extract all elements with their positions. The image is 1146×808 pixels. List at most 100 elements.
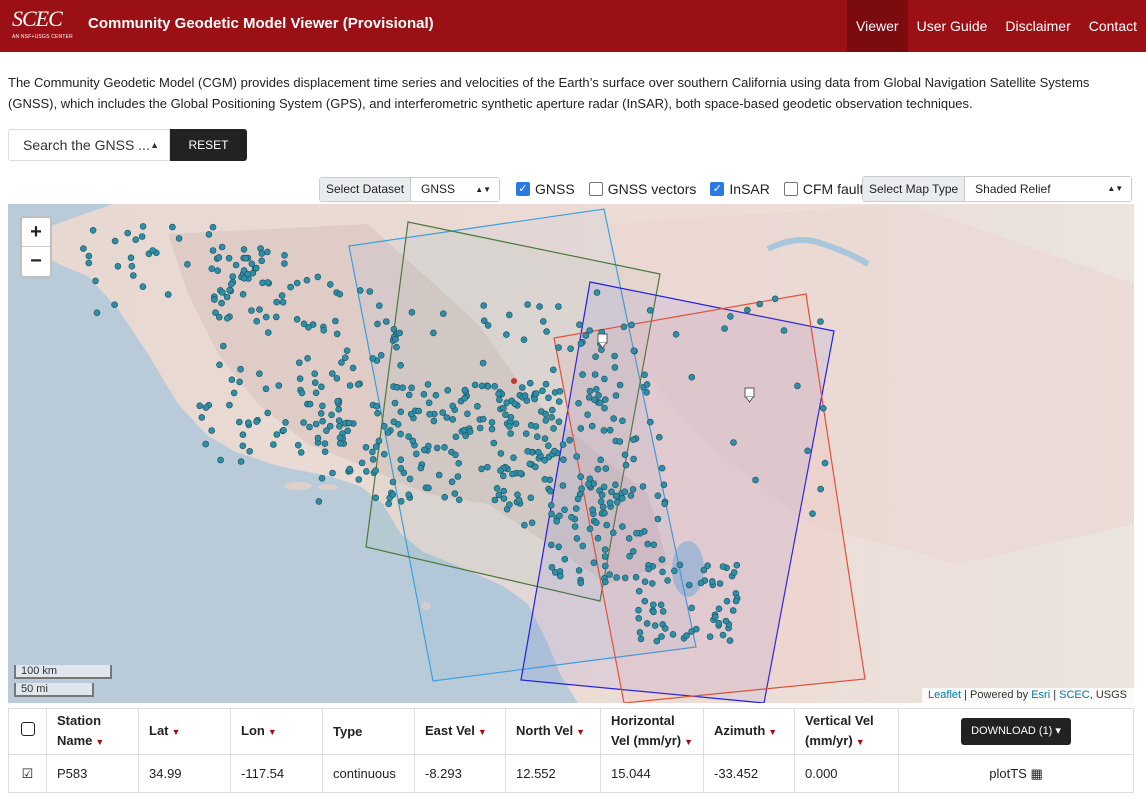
- gnss-station-marker[interactable]: [443, 414, 451, 421]
- gnss-station-marker[interactable]: [560, 456, 567, 463]
- gnss-station-marker[interactable]: [556, 572, 564, 580]
- col-east-vel[interactable]: East Vel ▼: [414, 708, 506, 755]
- gnss-station-marker[interactable]: [610, 415, 618, 422]
- gnss-station-marker[interactable]: [293, 316, 301, 323]
- gnss-station-marker[interactable]: [220, 342, 227, 350]
- gnss-station-marker[interactable]: [613, 498, 621, 506]
- map-canvas[interactable]: [8, 204, 1134, 703]
- gnss-station-marker[interactable]: [505, 311, 513, 319]
- gnss-station-marker[interactable]: [478, 382, 486, 390]
- nav-viewer[interactable]: Viewer: [847, 0, 908, 52]
- select-all-header[interactable]: [8, 708, 47, 755]
- gnss-station-marker[interactable]: [506, 423, 513, 430]
- gnss-station-marker[interactable]: [544, 442, 552, 449]
- download-button[interactable]: DOWNLOAD (1) ▾: [961, 718, 1071, 745]
- gnss-station-marker[interactable]: [393, 384, 401, 391]
- gnss-station-marker[interactable]: [346, 465, 353, 473]
- gnss-station-marker[interactable]: [622, 461, 630, 469]
- gnss-station-marker[interactable]: [507, 414, 515, 421]
- gnss-station-marker[interactable]: [448, 478, 456, 486]
- gnss-station-marker[interactable]: [229, 273, 236, 280]
- gnss-station-marker[interactable]: [573, 453, 581, 460]
- gnss-station-marker[interactable]: [575, 400, 582, 407]
- gnss-station-marker[interactable]: [817, 318, 824, 325]
- gnss-station-marker[interactable]: [556, 388, 564, 395]
- gnss-station-marker[interactable]: [435, 471, 443, 479]
- gnss-station-marker[interactable]: [430, 329, 437, 337]
- gnss-station-marker[interactable]: [708, 578, 716, 585]
- gnss-station-marker[interactable]: [568, 513, 575, 521]
- gnss-station-marker[interactable]: [328, 411, 335, 419]
- gnss-station-marker[interactable]: [225, 254, 233, 262]
- nav-contact[interactable]: Contact: [1080, 0, 1146, 52]
- gnss-station-marker[interactable]: [594, 534, 602, 542]
- zoom-in-button[interactable]: +: [22, 218, 50, 247]
- gnss-station-marker[interactable]: [89, 226, 97, 234]
- gnss-station-marker[interactable]: [561, 555, 569, 563]
- gnss-station-marker[interactable]: [510, 454, 517, 461]
- gnss-station-marker[interactable]: [543, 328, 550, 335]
- gnss-station-marker[interactable]: [654, 492, 662, 500]
- gnss-station-marker[interactable]: [239, 291, 247, 298]
- gnss-station-marker[interactable]: [253, 418, 260, 425]
- gnss-station-marker[interactable]: [612, 492, 620, 500]
- gnss-station-marker[interactable]: [311, 379, 319, 386]
- gnss-station-marker[interactable]: [382, 318, 390, 325]
- gnss-station-marker[interactable]: [175, 235, 183, 242]
- gnss-station-marker[interactable]: [474, 403, 481, 410]
- gnss-station-marker[interactable]: [528, 519, 536, 527]
- gnss-station-marker[interactable]: [218, 299, 225, 307]
- gnss-station-marker[interactable]: [169, 223, 176, 231]
- checkbox-empty-icon[interactable]: [783, 182, 798, 196]
- gnss-station-marker[interactable]: [335, 406, 343, 413]
- gnss-station-marker[interactable]: [399, 384, 407, 391]
- gnss-station-marker[interactable]: [375, 302, 383, 309]
- gnss-station-marker[interactable]: [599, 503, 607, 511]
- sort-caret-icon[interactable]: ▼: [768, 727, 777, 737]
- gnss-station-marker[interactable]: [208, 265, 216, 272]
- gnss-station-marker[interactable]: [245, 419, 252, 426]
- gnss-station-marker[interactable]: [590, 559, 598, 567]
- gnss-station-marker[interactable]: [626, 552, 633, 560]
- gnss-station-marker[interactable]: [242, 254, 249, 262]
- gnss-station-marker[interactable]: [315, 498, 323, 505]
- gnss-station-marker[interactable]: [332, 317, 339, 325]
- gnss-station-marker[interactable]: [479, 415, 487, 423]
- gnss-station-marker[interactable]: [246, 448, 253, 455]
- gnss-station-marker[interactable]: [198, 414, 206, 421]
- gnss-station-marker[interactable]: [280, 426, 287, 434]
- gnss-station-marker[interactable]: [139, 283, 147, 290]
- gnss-station-marker[interactable]: [452, 433, 460, 441]
- gnss-station-marker[interactable]: [372, 467, 379, 475]
- checkbox-checked-icon[interactable]: ✓: [710, 182, 725, 196]
- gnss-station-marker[interactable]: [532, 463, 539, 471]
- gnss-station-marker[interactable]: [697, 579, 705, 587]
- nav-disclaimer[interactable]: Disclaimer: [996, 0, 1079, 52]
- gnss-station-marker[interactable]: [488, 419, 496, 426]
- gnss-station-marker[interactable]: [676, 561, 684, 569]
- gnss-station-marker[interactable]: [497, 450, 505, 457]
- gnss-station-marker[interactable]: [618, 494, 626, 502]
- gnss-station-marker[interactable]: [619, 523, 626, 530]
- gnss-station-marker[interactable]: [380, 450, 388, 458]
- gnss-station-marker[interactable]: [420, 391, 428, 398]
- gnss-station-marker[interactable]: [217, 456, 224, 464]
- gnss-station-marker[interactable]: [596, 399, 604, 407]
- gnss-station-marker[interactable]: [304, 355, 311, 362]
- plot-icon[interactable]: ▦: [1030, 766, 1042, 781]
- gnss-station-marker[interactable]: [455, 459, 463, 467]
- gnss-station-marker[interactable]: [601, 578, 609, 586]
- gnss-station-marker[interactable]: [555, 543, 563, 551]
- gnss-station-marker[interactable]: [555, 344, 562, 351]
- checkbox-icon[interactable]: [20, 721, 35, 736]
- gnss-station-marker[interactable]: [335, 417, 343, 424]
- gnss-station-marker[interactable]: [336, 440, 344, 447]
- gnss-station-marker[interactable]: [354, 381, 362, 388]
- gnss-station-marker[interactable]: [262, 313, 270, 321]
- gnss-station-marker[interactable]: [632, 573, 640, 581]
- gnss-station-marker[interactable]: [439, 310, 447, 317]
- gnss-station-marker[interactable]: [515, 496, 523, 504]
- gnss-station-marker[interactable]: [111, 237, 119, 245]
- gnss-station-marker[interactable]: [264, 279, 272, 286]
- gnss-station-marker[interactable]: [517, 469, 524, 477]
